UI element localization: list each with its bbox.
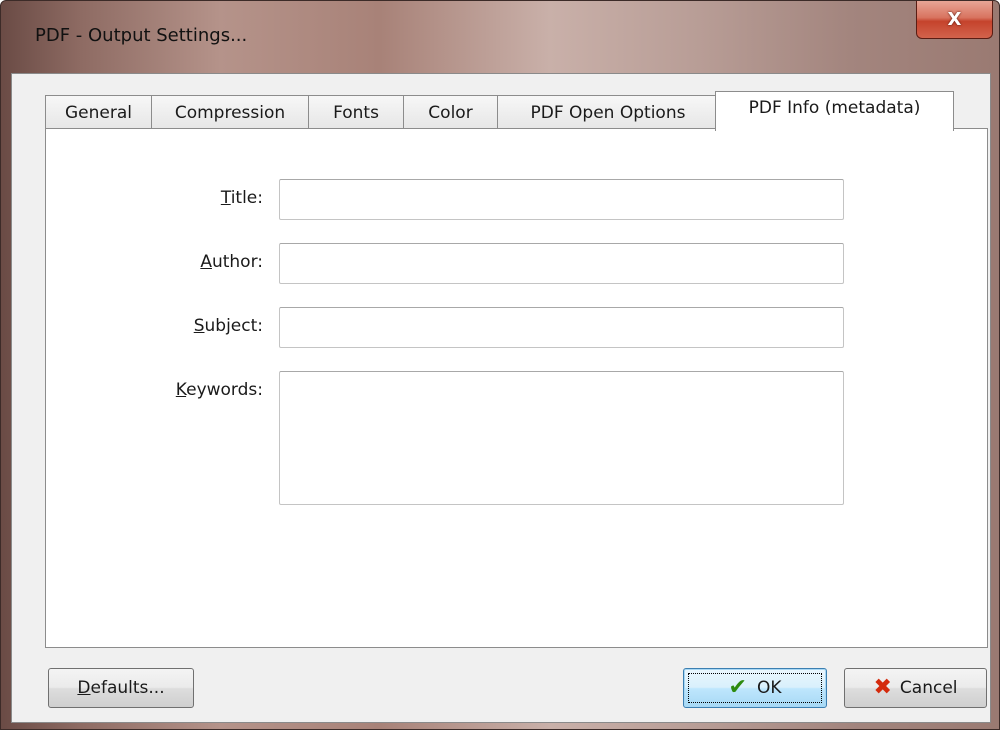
ok-button[interactable]: ✔ OK bbox=[683, 668, 827, 708]
x-icon: ✖ bbox=[873, 675, 892, 700]
tab-pdf-open-options[interactable]: PDF Open Options bbox=[497, 95, 719, 129]
close-button[interactable]: X bbox=[916, 1, 993, 39]
tab-compression[interactable]: Compression bbox=[151, 95, 309, 129]
cancel-button[interactable]: ✖ Cancel bbox=[844, 668, 987, 708]
cancel-label: Cancel bbox=[899, 678, 958, 698]
window-title: PDF - Output Settings... bbox=[35, 25, 248, 46]
ok-label: OK bbox=[756, 678, 782, 698]
subject-label: Subject: bbox=[193, 316, 263, 336]
focus-ring bbox=[688, 673, 822, 703]
author-label: Author: bbox=[200, 252, 263, 272]
tab-color[interactable]: Color bbox=[403, 95, 498, 129]
tab-general[interactable]: General bbox=[45, 95, 152, 129]
keywords-label: Keywords: bbox=[175, 380, 263, 400]
dialog-window: PDF - Output Settings... X General Compr… bbox=[0, 0, 1000, 730]
keywords-textarea[interactable] bbox=[279, 371, 844, 505]
title-label: Title: bbox=[220, 188, 263, 208]
close-icon: X bbox=[947, 9, 962, 30]
title-input[interactable] bbox=[279, 179, 844, 220]
defaults-button[interactable]: Defaults... bbox=[48, 668, 194, 708]
subject-input[interactable] bbox=[279, 307, 844, 348]
tab-fonts[interactable]: Fonts bbox=[308, 95, 404, 129]
title-bar[interactable]: PDF - Output Settings... X bbox=[1, 1, 999, 73]
checkmark-icon: ✔ bbox=[728, 675, 747, 700]
author-input[interactable] bbox=[279, 243, 844, 284]
tab-pdf-info-metadata[interactable]: PDF Info (metadata) bbox=[715, 91, 954, 131]
